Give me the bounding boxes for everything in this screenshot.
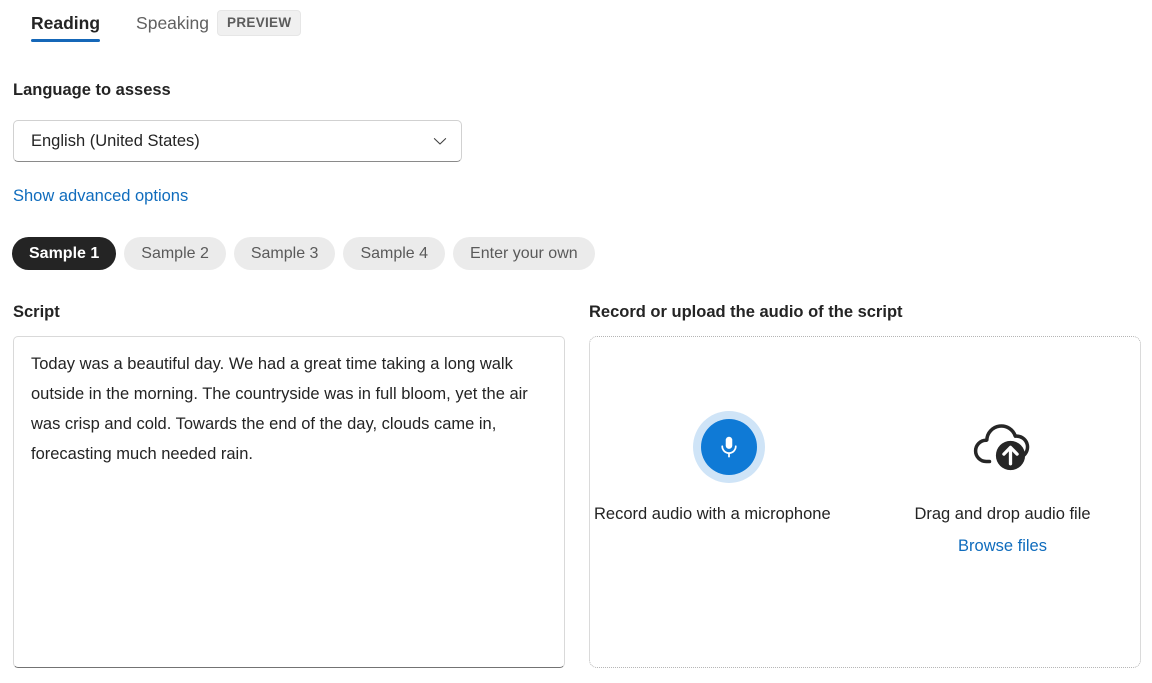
- script-label: Script: [13, 303, 60, 322]
- language-label: Language to assess: [13, 81, 171, 100]
- tab-bar: Reading Speaking PREVIEW: [13, 0, 301, 46]
- audio-dropzone-panel[interactable]: Record audio with a microphone Drag and …: [589, 336, 1141, 668]
- script-textarea[interactable]: Today was a beautiful day. We had a grea…: [13, 336, 565, 668]
- upload-audio-column: Drag and drop audio file Browse files: [865, 337, 1140, 667]
- preview-badge: PREVIEW: [217, 10, 301, 37]
- cloud-upload-icon[interactable]: [967, 411, 1039, 483]
- upload-audio-caption: Drag and drop audio file: [914, 499, 1090, 529]
- preview-badge-wrap: PREVIEW: [217, 0, 301, 46]
- tab-reading[interactable]: Reading: [13, 0, 118, 46]
- sample-pill-enter-your-own[interactable]: Enter your own: [453, 237, 595, 270]
- sample-pill-2[interactable]: Sample 2: [124, 237, 226, 270]
- tab-speaking-label: Speaking: [136, 13, 209, 34]
- record-audio-caption: Record audio with a microphone: [592, 499, 865, 529]
- record-audio-column: Record audio with a microphone: [590, 337, 865, 667]
- tab-speaking[interactable]: Speaking: [118, 0, 227, 46]
- record-microphone-button[interactable]: [693, 411, 765, 483]
- sample-pill-3[interactable]: Sample 3: [234, 237, 336, 270]
- script-text: Today was a beautiful day. We had a grea…: [31, 349, 550, 469]
- tab-active-underline: [31, 39, 100, 42]
- language-dropdown[interactable]: English (United States): [13, 120, 462, 162]
- browse-files-link[interactable]: Browse files: [958, 535, 1047, 557]
- language-dropdown-value: English (United States): [31, 132, 432, 151]
- sample-pill-1[interactable]: Sample 1: [12, 237, 116, 270]
- tab-reading-label: Reading: [31, 13, 100, 34]
- record-or-upload-label: Record or upload the audio of the script: [589, 303, 903, 322]
- microphone-icon: [701, 419, 757, 475]
- show-advanced-options-link[interactable]: Show advanced options: [13, 187, 188, 206]
- sample-pill-group: Sample 1 Sample 2 Sample 3 Sample 4 Ente…: [12, 237, 595, 270]
- chevron-down-icon: [432, 133, 448, 149]
- sample-pill-4[interactable]: Sample 4: [343, 237, 445, 270]
